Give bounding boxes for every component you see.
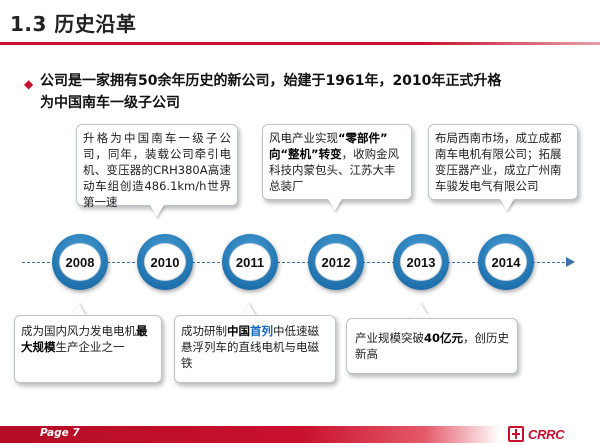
summary-line-1: 公司是一家拥有50余年历史的新公司，始建于1961年，2010年正式升格 xyxy=(40,73,502,89)
year-label-2014: 2014 xyxy=(485,243,527,281)
summary-block: ◆ 公司是一家拥有50余年历史的新公司，始建于1961年，2010年正式升格 为… xyxy=(24,70,560,114)
title-underline xyxy=(0,42,600,45)
event-2011-highlight-first: 首列 xyxy=(250,324,273,338)
year-label-2012: 2012 xyxy=(315,243,357,281)
crrc-logo: CRRC xyxy=(508,424,565,444)
event-2011-pre: 成功研制 xyxy=(181,324,227,338)
event-2008-pre: 成为国内风力发电电机 xyxy=(21,324,136,338)
event-2013-pre: 产业规模突破 xyxy=(355,331,424,345)
crrc-logo-icon xyxy=(508,426,524,442)
event-2008-callout: 成为国内风力发电电机最大规模生产企业之一 xyxy=(14,315,162,383)
callout-tail-2010 xyxy=(150,205,164,217)
event-2013-callout: 产业规模突破40亿元，创历史新高 xyxy=(346,318,518,374)
event-2012-mid: 向 xyxy=(269,147,281,161)
event-2014-callout: 布局西南市场，成立成都南车电机有限公司；拓展变压器产业，成立广州南车骏发电气有限… xyxy=(428,124,578,200)
year-node-2008: 2008 xyxy=(52,234,108,290)
page-title: 1.3 历史沿革 xyxy=(10,12,137,36)
event-2012-highlight-components: “零部件” xyxy=(338,131,388,145)
year-node-2011: 2011 xyxy=(222,234,278,290)
event-2010-callout: 升格为中国南车一级子公司，同年，装载公司牵引电机、变压器的CRH380A高速动车… xyxy=(76,124,238,209)
callout-tail-2014 xyxy=(500,199,514,211)
year-node-2010: 2010 xyxy=(137,234,193,290)
timeline-arrow-icon xyxy=(566,257,575,267)
event-2010-text: 升格为中国南车一级子公司，同年，装载公司牵引电机、变压器的CRH380A高速动车… xyxy=(83,131,231,209)
event-2008-post: 生产企业之一 xyxy=(55,340,125,354)
page-number: Page 7 xyxy=(40,427,80,439)
event-2012-highlight-transform: 转变 xyxy=(318,147,342,161)
callout-tail-2012 xyxy=(328,199,342,211)
event-2012-highlight-whole: “整机” xyxy=(280,147,319,161)
callout-tail-2013 xyxy=(414,304,428,316)
event-2011-callout: 成功研制中国首列中低速磁悬浮列车的直线电机与电磁铁 xyxy=(174,315,336,383)
title-bar: 1.3 历史沿革 xyxy=(0,0,600,45)
event-2012-callout: 风电产业实现“零部件” 向“整机”转变，收购金风科技内蒙包头、江苏大丰总装厂 xyxy=(262,124,412,200)
logo-text: CRRC xyxy=(528,426,565,442)
summary-line-2: 为中国南车一级子公司 xyxy=(40,95,180,111)
event-2012-pre: 风电产业实现 xyxy=(269,131,338,145)
event-2014-text: 布局西南市场，成立成都南车电机有限公司；拓展变压器产业，成立广州南车骏发电气有限… xyxy=(435,131,562,193)
event-2011-highlight-china: 中国 xyxy=(227,324,250,338)
year-label-2013: 2013 xyxy=(400,243,442,281)
year-label-2011: 2011 xyxy=(229,243,271,281)
year-node-2014: 2014 xyxy=(478,234,534,290)
diamond-bullet-icon: ◆ xyxy=(24,77,34,91)
year-node-2012: 2012 xyxy=(308,234,364,290)
year-label-2010: 2010 xyxy=(144,243,186,281)
year-node-2013: 2013 xyxy=(393,234,449,290)
event-2013-highlight: 40亿元 xyxy=(424,331,464,345)
year-label-2008: 2008 xyxy=(59,243,101,281)
